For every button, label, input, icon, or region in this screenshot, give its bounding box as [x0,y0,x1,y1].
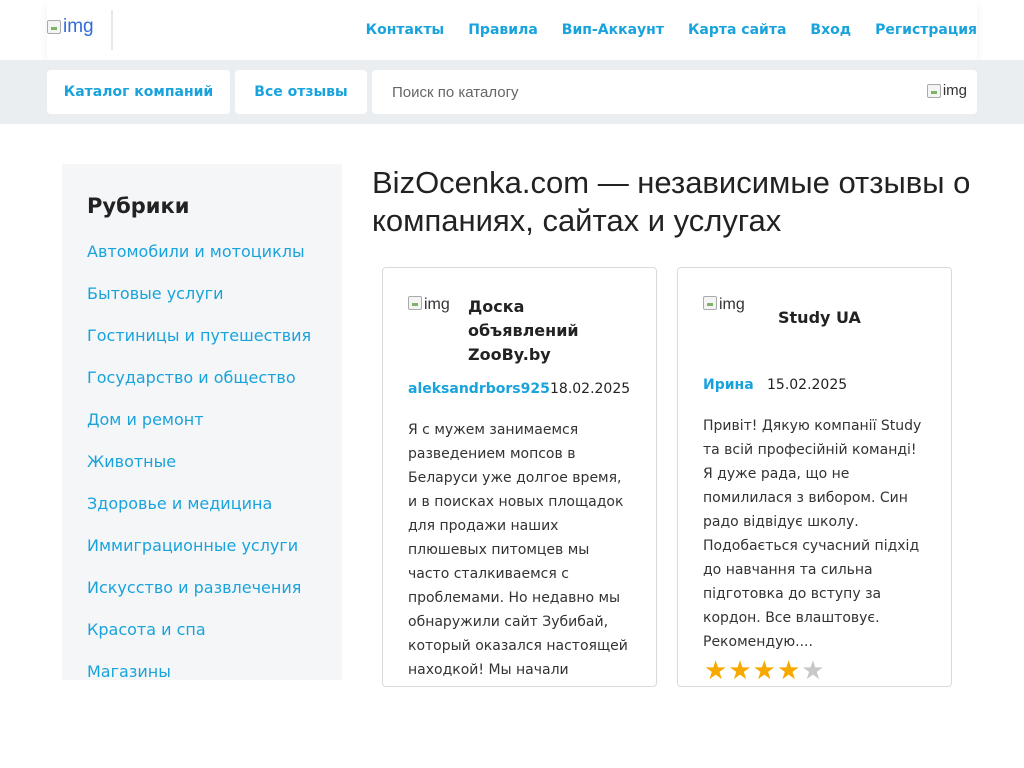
company-name-link[interactable]: Доска объявлений ZooBy.by [468,295,638,367]
rubrics-sidebar: Рубрики Автомобили и мотоциклы Бытовые у… [62,164,342,680]
rubric-item: Животные [87,452,311,494]
review-card[interactable]: img Study UA Ирина 15.02.2025 Привіт! Дя… [677,267,952,687]
star-filled-icon: ★ [752,656,776,686]
top-header: img Контакты Правила Вип-Аккаунт Карта с… [0,0,1024,60]
catalog-search: img [372,70,977,114]
search-input[interactable] [372,70,912,114]
nav-contacts[interactable]: Контакты [366,22,445,38]
nav-sitemap[interactable]: Карта сайта [688,22,786,38]
star-filled-icon: ★ [704,656,728,686]
rubric-item: Гостиницы и путешествия [87,326,311,368]
sidebar-title: Рубрики [87,194,190,218]
review-author-link[interactable]: Ирина [703,377,754,393]
rubric-link-household[interactable]: Бытовые услуги [87,284,223,303]
nav-register[interactable]: Регистрация [875,22,977,38]
nav-login[interactable]: Вход [810,22,851,38]
broken-image-icon [408,296,422,310]
rubric-link-auto[interactable]: Автомобили и мотоциклы [87,242,305,261]
star-filled-icon: ★ [776,656,801,686]
sub-toolbar: Каталог компаний Все отзывы img [0,60,1024,124]
rubric-item: Иммиграционные услуги [87,536,311,578]
broken-image-icon [47,20,61,34]
rubric-item: Искусство и развлечения [87,578,311,620]
company-thumbnail[interactable]: img [703,296,745,314]
rubric-item: Красота и спа [87,620,311,662]
nav-rules[interactable]: Правила [468,22,538,38]
main-nav: Контакты Правила Вип-Аккаунт Карта сайта… [366,0,977,60]
broken-image-icon [703,296,717,310]
rubric-item: Дом и ремонт [87,410,311,452]
logo-alt-text: img [63,16,94,37]
rubric-link-health[interactable]: Здоровье и медицина [87,494,272,513]
rubric-item: Автомобили и мотоциклы [87,242,311,284]
rubric-item: Государство и общество [87,368,311,410]
thumbnail-alt-text: img [719,296,745,313]
rubric-item: Бытовые услуги [87,284,311,326]
logo-divider [111,10,113,50]
rubric-link-shops[interactable]: Магазины [87,662,171,680]
review-text: Привіт! Дякую компанії Study та всій про… [703,418,922,650]
rubrics-list: Автомобили и мотоциклы Бытовые услуги Го… [87,242,311,680]
rubric-link-art[interactable]: Искусство и развлечения [87,578,301,597]
thumbnail-alt-text: img [424,296,450,313]
search-button[interactable]: img [926,82,967,99]
rubric-link-hotels[interactable]: Гостиницы и путешествия [87,326,311,345]
page-title: BizOcenka.com — независимые отзывы о ком… [372,165,971,238]
company-name-link[interactable]: Study UA [778,306,928,330]
rubric-link-immigration[interactable]: Иммиграционные услуги [87,536,298,555]
search-icon-alt-text: img [942,82,967,99]
rating-stars: ★ ★ ★ ★ ★ [704,658,825,684]
rubric-link-beauty[interactable]: Красота и спа [87,620,206,639]
rubric-link-home[interactable]: Дом и ремонт [87,410,204,429]
rubric-link-government[interactable]: Государство и общество [87,368,296,387]
company-thumbnail[interactable]: img [408,296,450,314]
search-icon [926,83,941,98]
rubric-link-animals[interactable]: Животные [87,452,176,471]
all-reviews-button[interactable]: Все отзывы [235,70,367,114]
review-date: 18.02.2025 [550,381,631,397]
header-container: img Контакты Правила Вип-Аккаунт Карта с… [47,0,977,60]
rubric-item: Здоровье и медицина [87,494,311,536]
star-empty-icon: ★ [801,656,825,686]
site-logo[interactable]: img [47,16,94,38]
nav-vip-account[interactable]: Вип-Аккаунт [562,22,664,38]
company-catalog-button[interactable]: Каталог компаний [47,70,230,114]
star-filled-icon: ★ [728,656,752,686]
review-card[interactable]: img Доска объявлений ZooBy.by aleksandrb… [382,267,657,687]
review-date: 15.02.2025 [767,377,848,393]
rubric-item: Магазины [87,662,311,680]
review-text: Я с мужем занимаемся разведением мопсов … [408,422,628,678]
review-author-link[interactable]: aleksandrbors925 [408,381,550,397]
